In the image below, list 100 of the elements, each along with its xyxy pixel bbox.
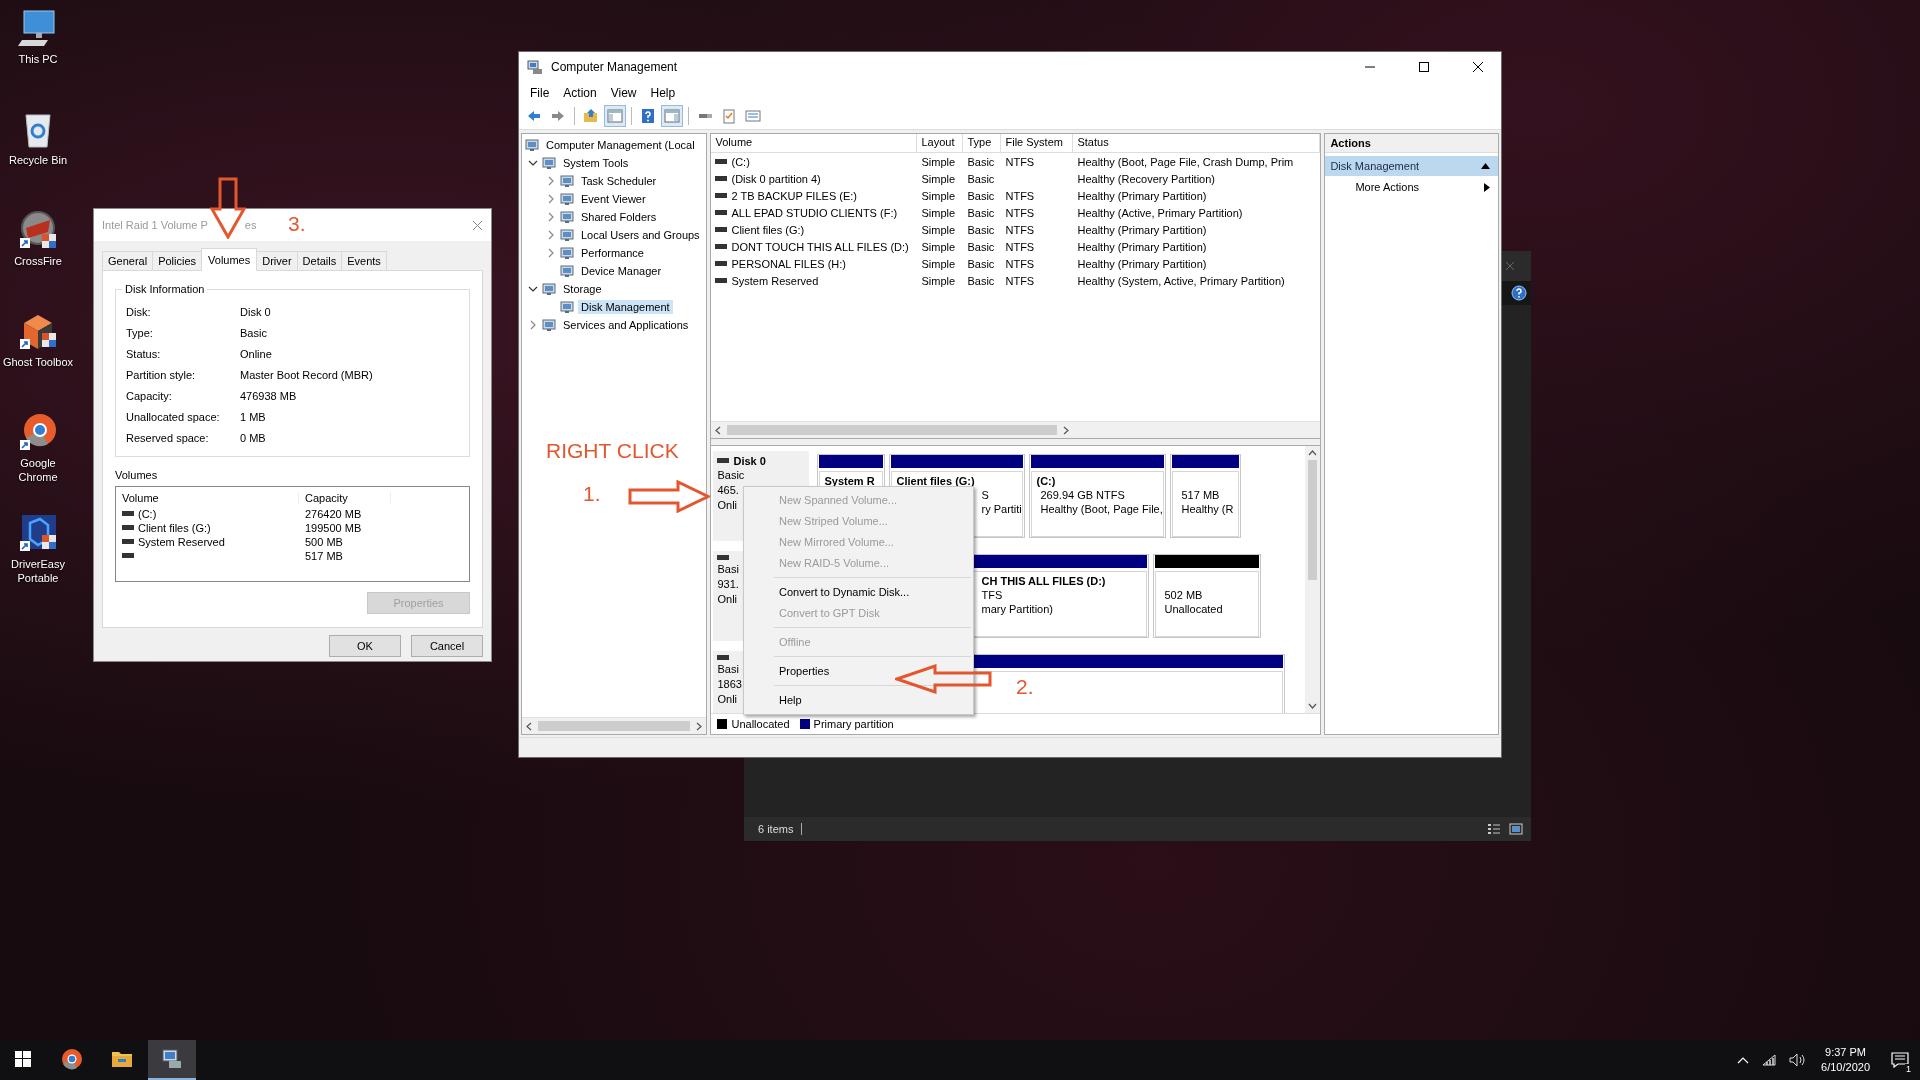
table-cell: Healthy (Active, Primary Partition) [1077,206,1243,219]
partition-info: 517 MB [1181,489,1220,501]
table-cell: (Disk 0 partition 4) [731,172,821,185]
table-cell: Healthy (System, Active, Primary Partition) [1077,274,1285,287]
partition-info: ry Partiti [981,503,1022,515]
table-cell-text: 500 MB [304,536,344,548]
table-cell: Simple [921,257,956,270]
field-value: 0 MB [240,432,266,444]
pane-title: Actions [1325,134,1498,153]
table-cell: Healthy (Primary Partition) [1077,189,1207,202]
table-cell: NTFS [1005,155,1035,168]
table-cell: NTFS [1005,223,1035,236]
section-title: Disk Management [1330,160,1420,172]
partition-title: CH THIS ALL FILES (D:) [981,575,1106,587]
table-cell: Simple [921,155,956,168]
table-cell-text: 517 MB [304,550,344,562]
table-cell-text: 276420 MB [304,508,363,520]
table-cell-text: 199500 MB [304,522,363,534]
table-cell: System Reserved [138,536,225,548]
table-cell: Basic [967,240,995,253]
disk-info: Basi [717,563,739,576]
table-cell: NTFS [1005,206,1035,219]
table-cell: Healthy (Boot, Page File, Crash Dump, Prim [1077,155,1294,168]
icon-label: Google Chrome [17,456,59,484]
table-cell: Simple [921,274,956,287]
icon-label: DriverEasy Portable [10,557,66,585]
section-label: Volumes [115,469,159,481]
icon-label: Ghost Toolbox [2,355,74,369]
partition-info: TFS [981,589,1003,601]
table-cell: Simple [921,172,956,185]
disk-name: Disk 0 [733,455,766,467]
table-cell: Simple [921,240,956,253]
annotation-text: RIGHT CLICK [546,439,679,463]
field-value: 1 MB [240,411,266,423]
field-value: 476938 MB [240,390,297,402]
table-cell: System Reserved [731,274,819,287]
table-cell: 2 TB BACKUP FILES (E:) [731,189,857,202]
step-number: 1. [583,482,601,506]
legend-label: Primary partition [813,718,894,730]
table-cell: Healthy (Primary Partition) [1077,240,1207,253]
field-label: Status: [126,348,162,360]
disk-info: Onli [717,693,738,706]
icon-label: Recycle Bin [7,153,69,167]
table-cell: DONT TOUCH THIS ALL FILES (D:) [731,240,909,253]
table-cell: Basic [967,257,995,270]
field-label: Reserved space: [126,432,210,444]
legend-label: Unallocated [731,718,790,730]
disk-info: Onli [717,499,738,512]
partition-info: 502 MB [1164,589,1203,601]
table-cell: (C:) [138,508,157,520]
table-cell: (C:) [731,155,750,168]
table-cell: Basic [967,274,995,287]
partition-info: Healthy (Boot, Page File, [1040,503,1163,515]
partition-info: Unallocated [1164,603,1223,615]
field-label: Partition style: [126,369,197,381]
field-value: Basic [240,327,267,339]
table-cell: PERSONAL FILES (H:) [731,257,846,270]
table-cell: Healthy (Recovery Partition) [1077,172,1216,185]
table-cell: NTFS [1005,189,1035,202]
disk-info: Onli [717,593,738,606]
table-cell: Basic [967,223,995,236]
table-cell: Healthy (Primary Partition) [1077,223,1207,236]
dialog-title: Intel Raid 1 Volume P [102,219,208,231]
table-cell: Basic [967,206,995,219]
group-title: Disk Information [122,283,208,295]
table-cell: ALL EPAD STUDIO CLIENTS (F:) [731,206,898,219]
disk-info: Basi [717,663,739,676]
item-count: 6 items [758,823,794,835]
partition-info: 269.94 GB NTFS [1040,489,1125,501]
partition-info: mary Partition) [981,603,1053,615]
table-cell: NTFS [1005,274,1035,287]
disk-info: Basic [717,469,745,482]
table-cell: Client files (G:) [138,522,211,534]
icon-label: CrossFire [13,254,63,268]
field-value: Master Boot Record (MBR) [240,369,373,381]
field-value: Disk 0 [240,306,271,318]
table-cell: Basic [967,189,995,202]
dialog-title: es [244,219,257,231]
field-label: Unallocated space: [126,411,221,423]
step-number: 2. [1016,675,1034,699]
table-cell: Simple [921,206,956,219]
notification-count: 1 [1905,1064,1912,1074]
icon-label: This PC [17,52,59,66]
partition-title: System R [824,475,875,487]
disk-info: 931. [717,578,739,591]
disk-info: 465. [717,484,739,497]
table-cell: Basic [967,155,995,168]
table-cell: Basic [967,172,995,185]
table-cell: Client files (G:) [731,223,805,236]
partition-info: S [981,489,989,501]
partition-title: (C:) [1036,475,1056,487]
field-label: Disk: [126,306,152,318]
table-cell: Simple [921,223,956,236]
partition-info: Healthy (R [1181,503,1234,515]
table-cell: Simple [921,189,956,202]
field-label: Type: [126,327,154,339]
window-title: Computer Management [551,60,678,74]
table-cell: NTFS [1005,240,1035,253]
step-number: 3. [288,212,306,236]
field-label: Capacity: [126,390,173,402]
